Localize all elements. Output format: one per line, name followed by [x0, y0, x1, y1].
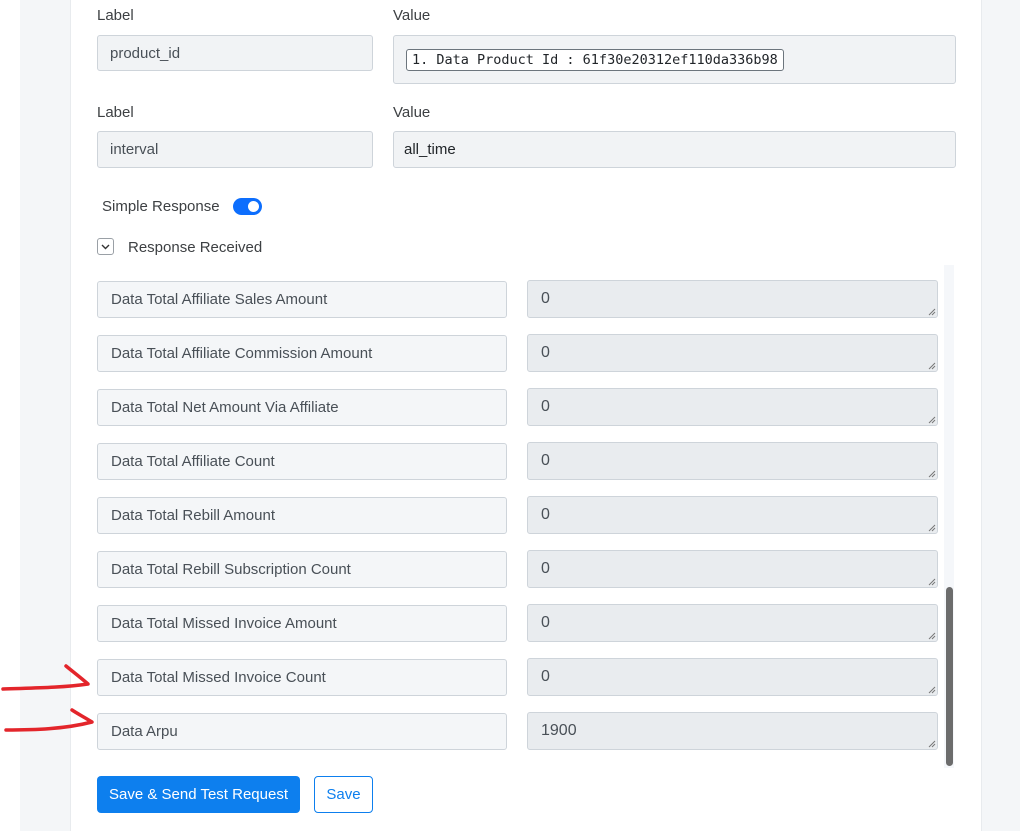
label-header: Label: [97, 104, 134, 121]
response-value[interactable]: 0: [527, 550, 938, 588]
save-button[interactable]: Save: [314, 776, 373, 813]
simple-response-toggle[interactable]: [233, 198, 262, 215]
response-value-text: 0: [541, 614, 550, 631]
save-and-send-test-button[interactable]: Save & Send Test Request: [97, 776, 300, 813]
param-value-field[interactable]: 1. Data Product Id : 61f30e20312ef110da3…: [393, 35, 956, 84]
param-label-field[interactable]: product_id: [97, 35, 373, 71]
response-key: Data Total Affiliate Commission Amount: [97, 335, 507, 372]
resize-grip-icon[interactable]: [927, 361, 936, 370]
response-value[interactable]: 0: [527, 280, 938, 318]
response-key-text: Data Total Affiliate Sales Amount: [111, 291, 328, 308]
resize-grip-icon[interactable]: [927, 577, 936, 586]
response-key-text: Data Total Rebill Subscription Count: [111, 561, 351, 578]
param-value-field[interactable]: all_time: [393, 131, 956, 168]
resize-grip-icon[interactable]: [927, 469, 936, 478]
page-gutter-right: [1020, 0, 1030, 831]
mapped-field-chip[interactable]: 1. Data Product Id : 61f30e20312ef110da3…: [406, 48, 784, 71]
response-value-text: 0: [541, 398, 550, 415]
resize-grip-icon[interactable]: [927, 523, 936, 532]
resize-grip-icon[interactable]: [927, 739, 936, 748]
toggle-knob: [248, 201, 259, 212]
annotation-arrows: [1, 664, 94, 732]
response-value-text: 0: [541, 506, 550, 523]
response-value[interactable]: 0: [527, 604, 938, 642]
response-value-text: 0: [541, 290, 550, 307]
response-key: Data Total Missed Invoice Count: [97, 659, 507, 696]
response-received-label: Response Received: [128, 239, 263, 256]
resize-grip-icon[interactable]: [927, 415, 936, 424]
response-key: Data Total Rebill Amount: [97, 497, 507, 534]
response-value-text: 0: [541, 668, 550, 685]
param-label-text: interval: [110, 141, 159, 158]
value-header: Value: [393, 7, 431, 24]
value-header: Value: [393, 104, 431, 121]
resize-grip-icon[interactable]: [927, 307, 936, 316]
response-key-text: Data Total Affiliate Count: [111, 453, 275, 470]
response-key: Data Arpu: [97, 713, 507, 750]
label-header: Label: [97, 7, 134, 24]
response-key-text: Data Total Rebill Amount: [111, 507, 275, 524]
response-scroll-thumb[interactable]: [946, 587, 953, 766]
response-key: Data Total Missed Invoice Amount: [97, 605, 507, 642]
resize-grip-icon[interactable]: [927, 685, 936, 694]
response-key-text: Data Total Net Amount Via Affiliate: [111, 399, 339, 416]
response-key: Data Total Affiliate Count: [97, 443, 507, 480]
param-label-field[interactable]: interval: [97, 131, 373, 168]
response-value-text: 1900: [541, 722, 577, 739]
response-value-text: 0: [541, 560, 550, 577]
param-label-text: product_id: [110, 44, 181, 62]
response-key-text: Data Total Missed Invoice Amount: [111, 615, 337, 632]
response-key: Data Total Affiliate Sales Amount: [97, 281, 507, 318]
response-value[interactable]: 0: [527, 334, 938, 372]
response-value[interactable]: 0: [527, 442, 938, 480]
chevron-down-icon: [101, 244, 110, 250]
param-value-text: all_time: [404, 141, 456, 158]
response-value[interactable]: 1900: [527, 712, 938, 750]
response-value[interactable]: 0: [527, 658, 938, 696]
response-key-text: Data Total Missed Invoice Count: [111, 669, 326, 686]
response-key-text: Data Arpu: [111, 723, 178, 740]
response-key-text: Data Total Affiliate Commission Amount: [111, 345, 373, 362]
response-value-text: 0: [541, 344, 550, 361]
resize-grip-icon[interactable]: [927, 631, 936, 640]
response-key: Data Total Rebill Subscription Count: [97, 551, 507, 588]
response-collapse-toggle[interactable]: [97, 238, 114, 255]
response-value-text: 0: [541, 452, 550, 469]
response-value[interactable]: 0: [527, 388, 938, 426]
simple-response-label: Simple Response: [102, 198, 220, 215]
response-key: Data Total Net Amount Via Affiliate: [97, 389, 507, 426]
response-value[interactable]: 0: [527, 496, 938, 534]
